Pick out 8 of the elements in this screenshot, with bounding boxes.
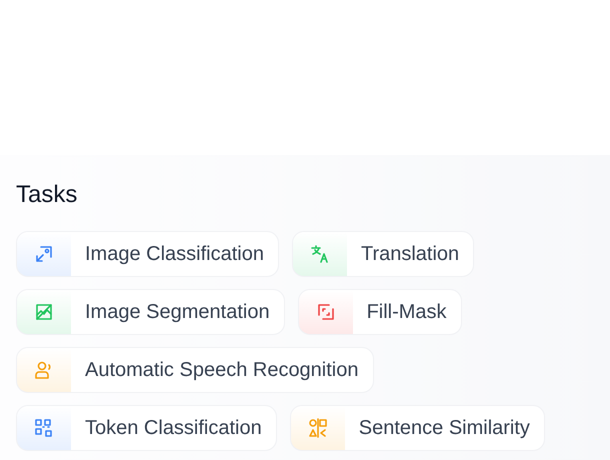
task-chip[interactable]: Token Classification xyxy=(16,405,277,451)
section-title: Tasks xyxy=(16,181,78,209)
task-chip[interactable]: Fill-Mask xyxy=(298,289,462,335)
task-chip[interactable]: Sentence Similarity xyxy=(290,405,545,451)
task-chip[interactable]: Translation xyxy=(292,231,474,277)
task-chip[interactable]: Image Classification xyxy=(16,231,279,277)
task-chip[interactable]: Image Segmentation xyxy=(16,289,285,335)
task-chip[interactable]: Automatic Speech Recognition xyxy=(16,347,374,393)
